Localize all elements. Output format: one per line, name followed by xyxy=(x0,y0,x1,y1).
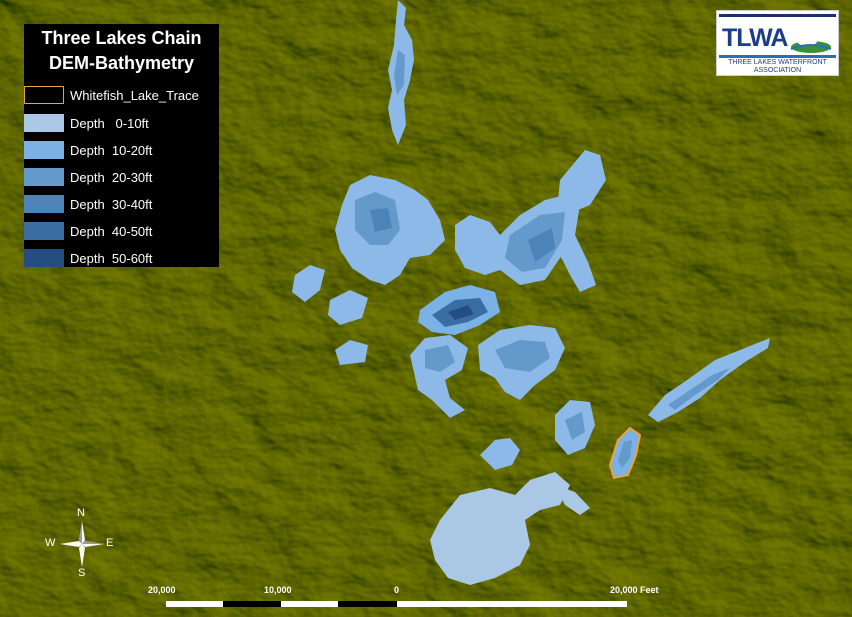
scale-seg-1 xyxy=(166,601,223,607)
legend-item-depth-50-60: Depth 50-60ft xyxy=(24,248,152,268)
map-view[interactable]: Three Lakes Chain DEM-Bathymetry Whitefi… xyxy=(0,0,852,617)
north-arrow: N S E W xyxy=(44,507,124,581)
legend-label: Depth 0-10ft xyxy=(70,115,149,131)
legend-swatch xyxy=(24,222,64,240)
compass-n: N xyxy=(77,507,85,519)
compass-e: E xyxy=(106,537,114,549)
legend-label: Depth 30-40ft xyxy=(70,196,153,212)
legend-title-line2: DEM-Bathymetry xyxy=(48,53,195,73)
logo-top-bar xyxy=(719,14,836,17)
legend-item-depth-10-20: Depth 10-20ft xyxy=(24,140,152,160)
legend-item-depth-0-10: Depth 0-10ft xyxy=(24,113,149,133)
legend-swatch xyxy=(24,86,64,104)
legend-label: Depth 40-50ft xyxy=(70,223,153,239)
loon-icon xyxy=(790,34,832,53)
legend-swatch xyxy=(24,168,64,186)
scale-label-0: 20,000 xyxy=(148,585,176,595)
logo-subtitle: THREE LAKES WATERFRONT ASSOCIATION xyxy=(728,59,827,74)
legend-item-depth-20-30: Depth 20-30ft xyxy=(24,167,152,187)
legend-item-depth-30-40: Depth 30-40ft xyxy=(24,194,152,214)
legend-title-line1: Three Lakes Chain xyxy=(41,28,202,48)
legend-label: Depth 10-20ft xyxy=(70,142,153,158)
scale-bar: 20,000 10,000 0 20,000 Feet xyxy=(140,585,680,611)
legend-item-depth-40-50: Depth 40-50ft xyxy=(24,221,152,241)
compass-s: S xyxy=(78,567,86,579)
logo-water-bar xyxy=(719,55,836,58)
scale-seg-3 xyxy=(397,601,627,607)
legend-item-whitefish-trace: Whitefish_Lake_Trace xyxy=(24,85,199,105)
legend-swatch xyxy=(24,141,64,159)
legend-label: Depth 50-60ft xyxy=(70,250,153,266)
tlwa-logo: TLWA THREE LAKES WATERFRONT ASSOCIATION xyxy=(716,10,839,76)
legend-swatch xyxy=(24,249,64,267)
logo-text: TLWA xyxy=(722,24,788,52)
scale-seg-2 xyxy=(281,601,338,607)
scale-label-3: 20,000 Feet xyxy=(610,585,659,595)
legend-label: Whitefish_Lake_Trace xyxy=(70,87,199,103)
scale-label-1: 10,000 xyxy=(264,585,292,595)
legend-swatch xyxy=(24,114,64,132)
scale-label-2: 0 xyxy=(394,585,400,595)
legend-label: Depth 20-30ft xyxy=(70,169,153,185)
compass-w: W xyxy=(45,537,56,549)
map-legend: Three Lakes Chain DEM-Bathymetry Whitefi… xyxy=(24,24,219,267)
legend-swatch xyxy=(24,195,64,213)
